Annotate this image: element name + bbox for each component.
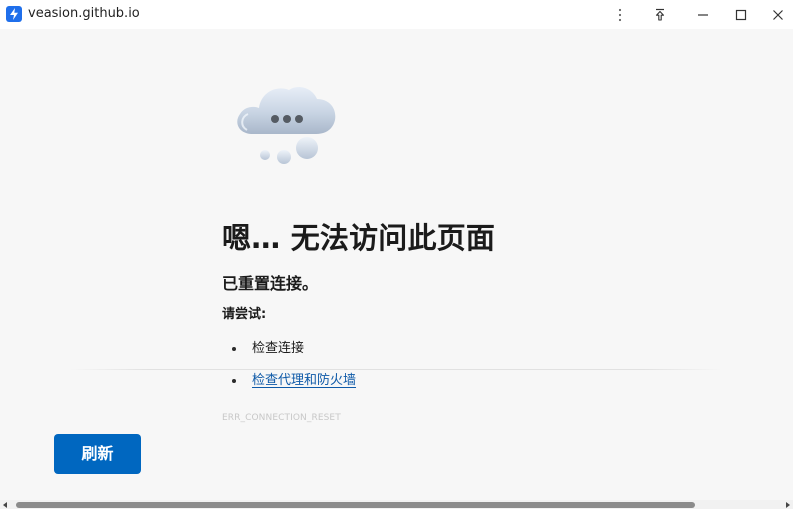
more-options-icon bbox=[618, 8, 622, 21]
error-headline: 嗯… 无法访问此页面 bbox=[222, 221, 496, 255]
bullet-point-icon bbox=[232, 379, 236, 383]
scroll-right-arrow-icon[interactable] bbox=[786, 502, 790, 508]
refresh-button[interactable]: 刷新 bbox=[54, 434, 141, 474]
scroll-left-arrow-icon[interactable] bbox=[3, 502, 7, 508]
cloud-connection-error-icon bbox=[237, 87, 336, 164]
maximize-button[interactable] bbox=[726, 0, 756, 29]
horizontal-scrollbar[interactable] bbox=[0, 500, 793, 509]
suggestion-list: 检查连接 检查代理和防火墙 bbox=[228, 339, 356, 403]
suggestion-check-connection: 检查连接 bbox=[228, 339, 356, 371]
title-bar: veasion.github.io bbox=[0, 0, 793, 29]
suggestion-text: 检查连接 bbox=[252, 341, 305, 356]
bullet-point-icon bbox=[232, 347, 236, 351]
more-options-button[interactable] bbox=[610, 0, 630, 29]
minimize-button[interactable] bbox=[688, 0, 718, 29]
content-divider bbox=[70, 369, 722, 370]
pin-to-top-icon bbox=[655, 8, 665, 21]
pin-to-top-button[interactable] bbox=[648, 0, 672, 29]
suggestion-check-proxy-firewall[interactable]: 检查代理和防火墙 bbox=[228, 371, 356, 403]
check-proxy-firewall-link[interactable]: 检查代理和防火墙 bbox=[252, 373, 356, 388]
browser-window: veasion.github.io 嗯… 无法访问此页面 已重置连接。 请尝试:… bbox=[0, 0, 793, 509]
window-title: veasion.github.io bbox=[28, 6, 140, 21]
maximize-icon bbox=[735, 9, 747, 20]
minimize-icon bbox=[698, 13, 708, 16]
error-subheading: 已重置连接。 bbox=[222, 274, 319, 293]
error-code: ERR_CONNECTION_RESET bbox=[222, 413, 341, 423]
try-label: 请尝试: bbox=[222, 307, 267, 322]
browser-app-icon bbox=[6, 6, 22, 22]
horizontal-scroll-thumb[interactable] bbox=[16, 502, 695, 508]
close-button[interactable] bbox=[764, 0, 792, 29]
close-icon bbox=[773, 9, 783, 20]
